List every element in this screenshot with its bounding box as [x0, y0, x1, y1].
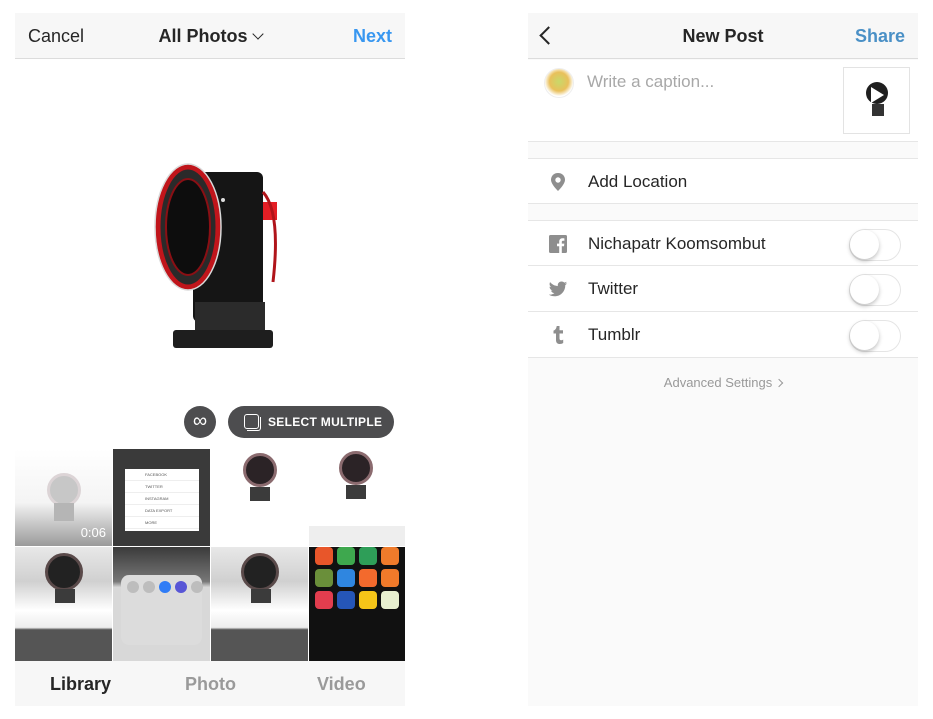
media-preview[interactable] — [15, 60, 405, 402]
app-icon — [315, 569, 333, 587]
grid-thumbnail[interactable] — [211, 547, 308, 662]
thumbnail-subject — [241, 553, 279, 591]
app-icon — [381, 547, 399, 565]
new-post-screen: New Post Share Add Location Nichapatr Ko… — [528, 13, 918, 706]
next-button[interactable]: Next — [353, 26, 392, 47]
thumbnail-control-bar — [309, 526, 405, 546]
share-target-row: Twitter — [528, 266, 918, 312]
cc-dot — [175, 581, 187, 593]
toggle-knob — [850, 321, 879, 350]
advanced-settings-link[interactable]: Advanced Settings — [528, 375, 918, 390]
grid-thumbnail[interactable] — [309, 449, 405, 546]
grid-thumbnail[interactable] — [309, 547, 405, 662]
twitter-label: Twitter — [588, 279, 639, 298]
toggle-knob — [850, 230, 879, 259]
app-icon — [337, 547, 355, 565]
add-location-label: Add Location — [588, 172, 688, 191]
tab-library[interactable]: Library — [50, 674, 111, 695]
select-multiple-label: SELECT MULTIPLE — [268, 415, 383, 429]
thumb-menu-item: TWITTER — [125, 481, 199, 493]
tumblr-share-toggle[interactable] — [849, 320, 901, 352]
facebook-icon — [549, 235, 567, 253]
tumblr-label: Tumblr — [588, 325, 641, 344]
avatar — [544, 68, 574, 98]
thumbnail-subject-base — [872, 104, 884, 116]
video-duration: 0:06 — [80, 525, 106, 540]
album-selector[interactable]: All Photos — [15, 26, 405, 47]
tab-photo[interactable]: Photo — [185, 674, 236, 695]
location-pin-icon — [551, 173, 565, 191]
twitter-icon — [548, 281, 568, 297]
share-target-row: Nichapatr Koomsombut — [528, 220, 918, 266]
photo-grid: 0:06 FACEBOOK TWITTER INSTAGRAM DATA EXP… — [15, 449, 405, 662]
toggle-knob — [850, 275, 879, 304]
share-sheet-preview: FACEBOOK TWITTER INSTAGRAM DATA EXPORT M… — [125, 469, 199, 531]
lens-adapter-image — [154, 163, 277, 348]
tab-video[interactable]: Video — [317, 674, 366, 695]
cc-dot — [127, 581, 139, 593]
library-screen: Cancel All Photos Next ∞ SELECT MULTIPLE… — [15, 13, 405, 706]
advanced-settings-label: Advanced Settings — [663, 375, 773, 390]
new-post-navbar: New Post Share — [528, 13, 918, 59]
thumbnail-subject-base — [346, 485, 366, 499]
grid-thumbnail[interactable]: 0:06 — [15, 449, 112, 546]
thumbnail-subject — [339, 451, 373, 485]
album-title: All Photos — [158, 26, 248, 46]
app-icon — [315, 547, 333, 565]
chevron-down-icon — [251, 28, 264, 40]
thumbnail-subject-base — [55, 589, 75, 603]
loop-button[interactable]: ∞ — [184, 406, 216, 438]
thumb-menu-item: FACEBOOK — [125, 469, 199, 481]
thumbnail-subject-base — [54, 503, 74, 521]
twitter-share-toggle[interactable] — [849, 274, 901, 306]
share-button[interactable]: Share — [855, 26, 905, 47]
app-icon — [381, 569, 399, 587]
thumb-menu-item: MORE — [125, 517, 199, 529]
cc-dot — [191, 581, 203, 593]
grid-thumbnail[interactable] — [211, 449, 308, 546]
grid-thumbnail[interactable]: FACEBOOK TWITTER INSTAGRAM DATA EXPORT M… — [113, 449, 210, 546]
app-icon — [359, 569, 377, 587]
grid-thumbnail[interactable] — [15, 547, 112, 662]
app-icon — [381, 591, 399, 609]
multiple-select-icon — [244, 414, 261, 431]
app-icon — [359, 591, 377, 609]
thumbnail-subject — [243, 453, 277, 487]
play-icon — [871, 87, 884, 103]
thumb-menu-item: INSTAGRAM — [125, 493, 199, 505]
app-icon — [337, 569, 355, 587]
cc-dot — [159, 581, 171, 593]
chevron-right-icon — [774, 378, 784, 388]
facebook-share-toggle[interactable] — [849, 229, 901, 261]
cc-dot — [143, 581, 155, 593]
caption-input[interactable] — [587, 72, 827, 92]
select-multiple-button[interactable]: SELECT MULTIPLE — [228, 406, 394, 438]
add-location-row[interactable]: Add Location — [528, 158, 918, 204]
library-navbar: Cancel All Photos Next — [15, 13, 405, 59]
tumblr-icon — [553, 326, 564, 344]
thumbnail-subject-base — [251, 589, 271, 603]
infinity-icon: ∞ — [192, 410, 208, 432]
thumbnail-subject-base — [250, 487, 270, 501]
facebook-account-label: Nichapatr Koomsombut — [588, 234, 766, 253]
library-tabbar: Library Photo Video — [15, 661, 405, 706]
grid-thumbnail[interactable] — [113, 547, 210, 662]
caption-section — [528, 60, 918, 142]
thumb-menu-item: DATA EXPORT — [125, 505, 199, 517]
post-thumbnail[interactable] — [843, 67, 910, 134]
app-icon — [337, 591, 355, 609]
app-icon — [315, 591, 333, 609]
share-target-row: Tumblr — [528, 312, 918, 358]
thumbnail-subject — [45, 553, 83, 591]
app-icon — [359, 547, 377, 565]
thumbnail-subject — [47, 473, 81, 507]
